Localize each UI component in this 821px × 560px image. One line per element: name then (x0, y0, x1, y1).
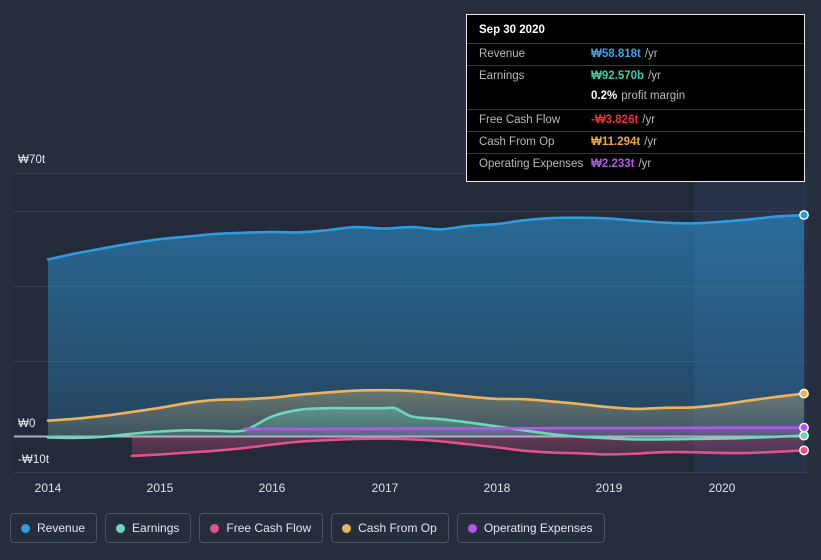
tooltip-row-unit: /yr (638, 158, 652, 171)
legend-item-earnings[interactable]: Earnings (105, 513, 192, 543)
legend-dot-icon-free-cash-flow (210, 523, 220, 533)
tooltip-rows: Revenue ₩58.818t/yr Earnings ₩92.570b/yr 0.2… (467, 43, 804, 175)
endpoint-marker-earnings[interactable] (799, 430, 809, 441)
legend-item-revenue[interactable]: Revenue (10, 513, 98, 543)
x-axis-tick-2020: 2020 (708, 481, 736, 495)
y-axis-tick-0: ₩70t (18, 154, 46, 166)
legend-dot-icon-revenue (21, 523, 30, 533)
tooltip-row-value-group: -₩3.826t/yr (591, 114, 655, 127)
legend-item-free-cash-flow[interactable]: Free Cash Flow (199, 513, 324, 543)
x-axis-tick-2019: 2019 (595, 481, 623, 495)
legend-dot-icon-operating-expenses (467, 523, 477, 533)
tooltip-row-earnings: Earnings ₩92.570b/yr (467, 65, 804, 87)
tooltip-row-label: Operating Expenses (479, 158, 584, 171)
tooltip-row-unit: /yr (644, 135, 658, 148)
tooltip-profit-margin-row: 0.2% profit margin (467, 87, 804, 108)
tooltip-row-value-group: ₩58.818t/yr (591, 48, 658, 61)
y-axis-tick-2: -₩10t (18, 454, 50, 466)
legend-label: Earnings (132, 521, 180, 535)
legend-item-operating-expenses[interactable]: Operating Expenses (456, 513, 605, 543)
series-areas (48, 215, 804, 456)
tooltip-row-value-group: ₩92.570b/yr (591, 70, 661, 83)
tooltip-profit-margin-group: 0.2% profit margin (591, 90, 685, 103)
endpoint-marker-free-cash-flow[interactable] (799, 445, 809, 456)
data-tooltip: Sep 30 2020 Revenue ₩58.818t/yr Earnings ₩9… (466, 14, 805, 183)
x-axis-tick-2017: 2017 (371, 481, 399, 495)
tooltip-row-value: ₩11.294t (591, 135, 641, 148)
chart-legend: Revenue Earnings Free Cash Flow Cash From O… (10, 513, 605, 543)
tooltip-row-label: Cash From Op (479, 135, 555, 148)
legend-label: Revenue (37, 521, 86, 535)
x-axis-tick-2014: 2014 (34, 481, 62, 495)
tooltip-row-operating-expenses: Operating Expenses ₩2.233t/yr (467, 153, 804, 175)
legend-item-cash-from-op[interactable]: Cash From Op (331, 513, 449, 543)
financial-chart-widget: ₩70t ₩0 -₩10t 2014 2015 2016 2017 2018 2019 2020… (0, 0, 821, 560)
series-line-operating-expenses (242, 426, 806, 431)
x-axis-tick-2015: 2015 (146, 481, 174, 495)
tooltip-row-value: ₩92.570b (591, 70, 645, 83)
tooltip-row-cash-from-op: Cash From Op ₩11.294t/yr (467, 130, 804, 153)
endpoint-marker-operating-expenses[interactable] (799, 422, 809, 433)
tooltip-row-label: Revenue (479, 48, 526, 60)
legend-label: Cash From Op (358, 521, 437, 535)
tooltip-profit-margin-value: 0.2% (591, 90, 618, 103)
x-axis-tick-2018: 2018 (483, 481, 511, 495)
tooltip-row-value: ₩2.233t (591, 158, 635, 171)
tooltip-row-value: ₩58.818t (591, 48, 641, 60)
tooltip-row-value-group: ₩2.233t/yr (591, 158, 651, 171)
endpoint-marker-cash-from-op[interactable] (799, 388, 809, 399)
tooltip-date: Sep 30 2020 (479, 24, 545, 36)
endpoint-marker-revenue[interactable] (799, 210, 809, 220)
tooltip-row-free-cash-flow: Free Cash Flow -₩3.826t/yr (467, 108, 804, 131)
tooltip-profit-margin-label: profit margin (621, 90, 686, 103)
tooltip-row-label: Free Cash Flow (479, 113, 561, 126)
x-axis-tick-2016: 2016 (258, 481, 286, 495)
tooltip-row-unit: /yr (644, 48, 658, 60)
legend-label: Free Cash Flow (226, 521, 312, 535)
y-axis-tick-1: ₩0 (18, 418, 36, 430)
legend-dot-icon-cash-from-op (342, 523, 352, 533)
legend-label: Operating Expenses (483, 521, 593, 535)
tooltip-row-value: -₩3.826t (591, 113, 639, 126)
tooltip-row-unit: /yr (648, 70, 661, 83)
tooltip-row-label: Earnings (479, 70, 525, 83)
legend-dot-icon-earnings (116, 523, 126, 533)
tooltip-row-value-group: ₩11.294t/yr (591, 136, 657, 149)
tooltip-row-revenue: Revenue ₩58.818t/yr (467, 43, 804, 65)
tooltip-row-unit: /yr (642, 113, 656, 126)
